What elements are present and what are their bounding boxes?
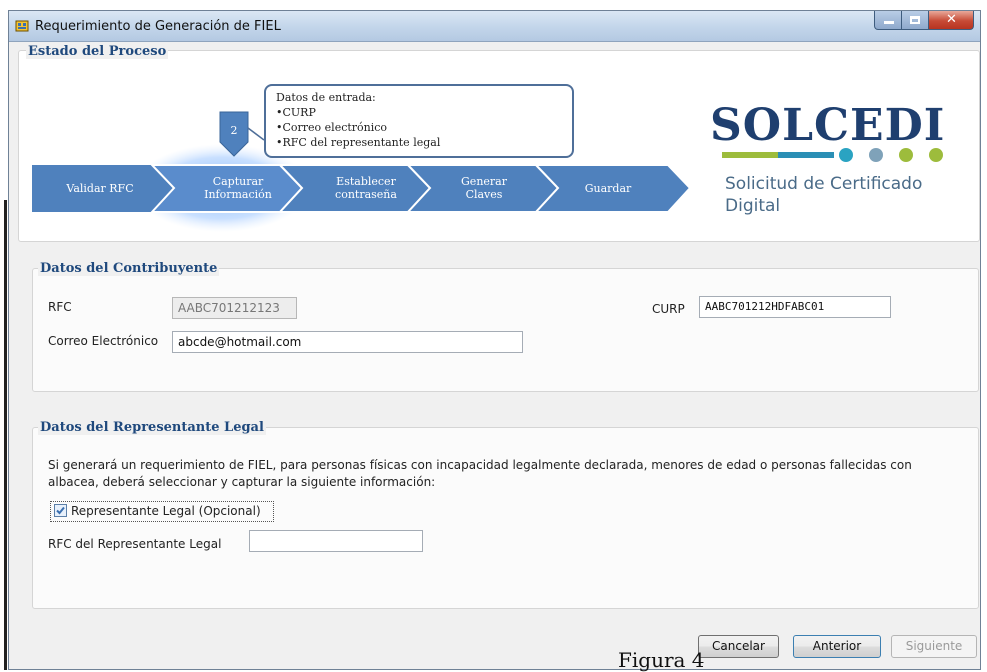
- figure-caption: Figura 4: [618, 648, 705, 672]
- brand-subtitle-line2: Digital: [725, 196, 781, 216]
- brand-logo-text: SOLCEDI: [710, 100, 946, 151]
- rfc-rep-label: RFC del Representante Legal: [48, 537, 222, 551]
- window-title: Requerimiento de Generación de FIEL: [35, 19, 281, 34]
- email-field[interactable]: abcde@hotmail.com: [172, 331, 523, 353]
- input-data-callout: Datos de entrada: •CURP •Correo electrón…: [264, 84, 574, 158]
- title-bar[interactable]: Requerimiento de Generación de FIEL ✕: [9, 11, 980, 42]
- app-icon: [15, 20, 29, 32]
- rfc-field[interactable]: AABC701212123: [172, 297, 297, 319]
- background-edge: [0, 0, 8, 670]
- maximize-button[interactable]: [902, 11, 929, 30]
- taxpayer-data-group: [32, 268, 979, 392]
- process-status-legend: Estado del Proceso: [26, 44, 169, 59]
- close-button[interactable]: ✕: [929, 11, 974, 30]
- checkbox-checked-icon[interactable]: [54, 504, 67, 517]
- legal-rep-description-line1: Si generará un requerimiento de FIEL, pa…: [48, 458, 912, 472]
- next-button[interactable]: Siguiente: [891, 635, 977, 658]
- maximize-icon: [910, 16, 920, 24]
- minimize-button[interactable]: [874, 11, 902, 30]
- cancel-button[interactable]: Cancelar: [698, 635, 779, 658]
- callout-item-email: •Correo electrónico: [276, 121, 388, 134]
- email-label: Correo Electrónico: [48, 334, 159, 348]
- curp-label: CURP: [652, 302, 685, 316]
- rfc-rep-field[interactable]: [249, 530, 423, 552]
- legal-rep-checkbox-row[interactable]: Representante Legal (Opcional): [50, 501, 274, 522]
- previous-button[interactable]: Anterior: [793, 635, 881, 658]
- legal-rep-legend: Datos del Representante Legal: [38, 420, 266, 435]
- legal-rep-checkbox-label: Representante Legal (Opcional): [71, 504, 261, 518]
- window-controls: ✕: [874, 11, 974, 31]
- callout-item-curp: •CURP: [276, 106, 316, 119]
- callout-heading: Datos de entrada:: [276, 91, 376, 104]
- rfc-label: RFC: [48, 300, 72, 314]
- legal-rep-description-line2: albacea, deberá seleccionar y capturar l…: [48, 475, 436, 489]
- taxpayer-data-legend: Datos del Contribuyente: [38, 261, 220, 276]
- brand-subtitle-line1: Solicitud de Certificado: [725, 174, 923, 194]
- callout-item-rfc-rep: •RFC del representante legal: [276, 136, 441, 149]
- minimize-icon: [884, 21, 894, 24]
- curp-field[interactable]: AABC701212HDFABC01: [699, 296, 891, 318]
- close-icon: ✕: [946, 12, 957, 27]
